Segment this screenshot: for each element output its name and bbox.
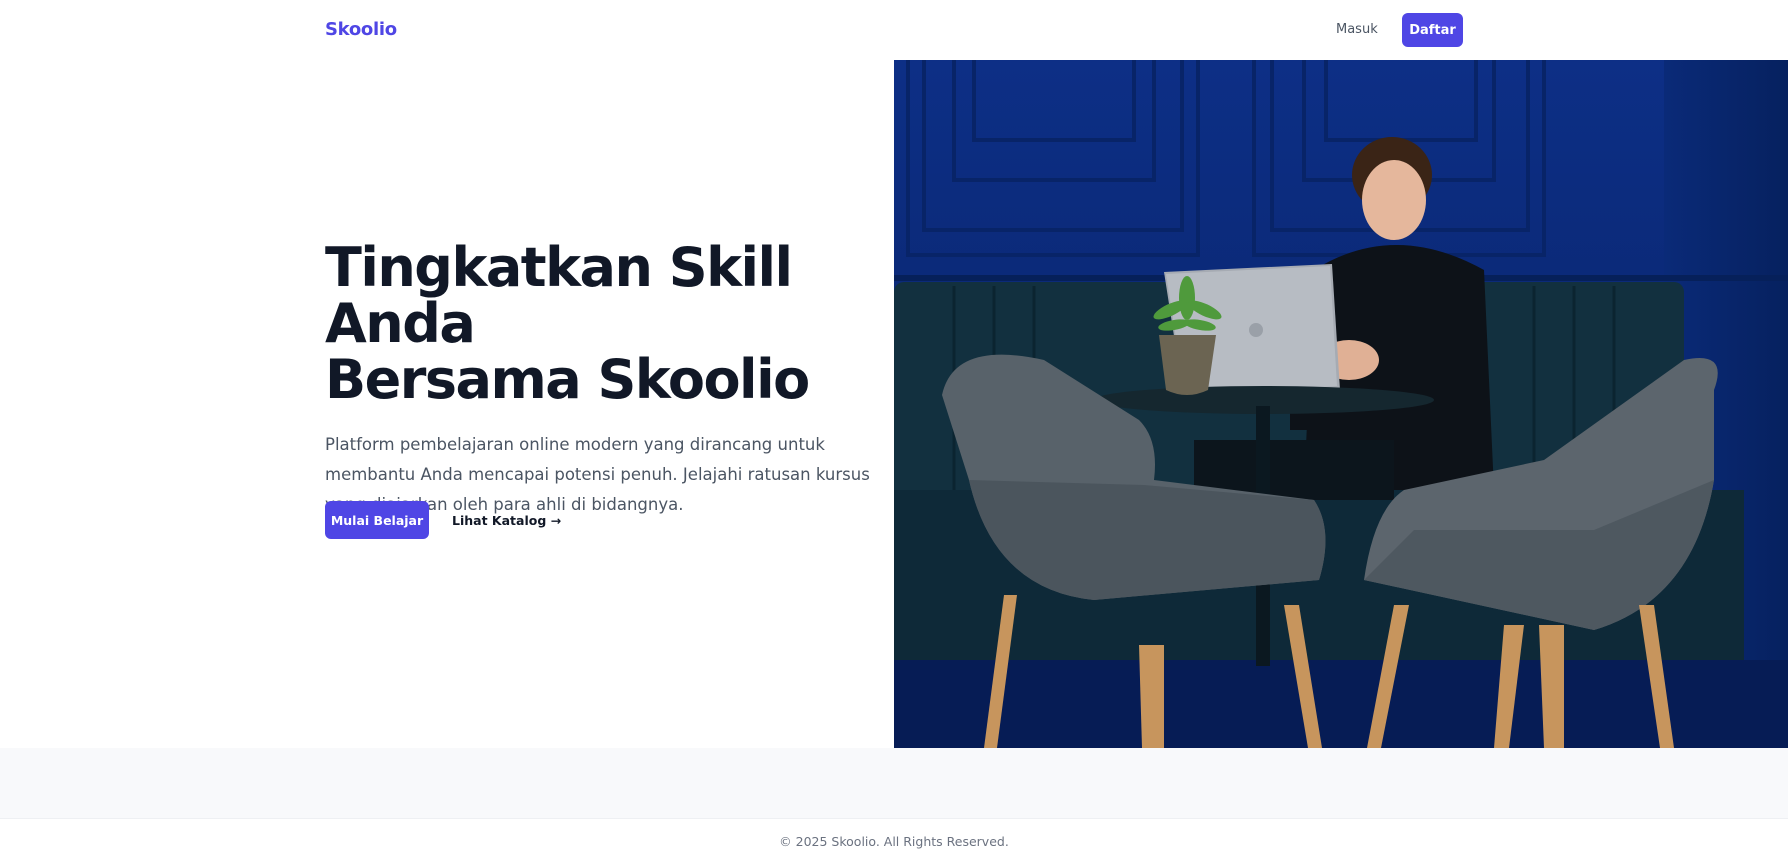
hero-title-line-1: Tingkatkan Skill Anda: [325, 236, 793, 355]
login-link[interactable]: Masuk: [1336, 22, 1378, 37]
hero-text: Tingkatkan Skill Anda Bersama Skoolio Pl…: [325, 240, 885, 520]
hero-cta-row: Mulai Belajar Lihat Katalog →: [325, 501, 561, 539]
logo[interactable]: Skoolio: [325, 19, 397, 40]
signup-button[interactable]: Daftar: [1402, 13, 1463, 47]
hero-photo: [894, 60, 1788, 748]
view-catalog-link[interactable]: Lihat Katalog →: [452, 513, 561, 528]
hero-title: Tingkatkan Skill Anda Bersama Skoolio: [325, 240, 885, 408]
site-footer: © 2025 Skoolio. All Rights Reserved.: [0, 818, 1788, 864]
hero-photo-illustration: [894, 60, 1788, 748]
hero-title-line-2: Bersama Skoolio: [325, 348, 810, 411]
start-learning-button[interactable]: Mulai Belajar: [325, 501, 429, 539]
copyright-text: © 2025 Skoolio. All Rights Reserved.: [779, 834, 1009, 849]
content-band: [0, 748, 1788, 818]
site-header: Skoolio Masuk Daftar: [0, 0, 1788, 60]
